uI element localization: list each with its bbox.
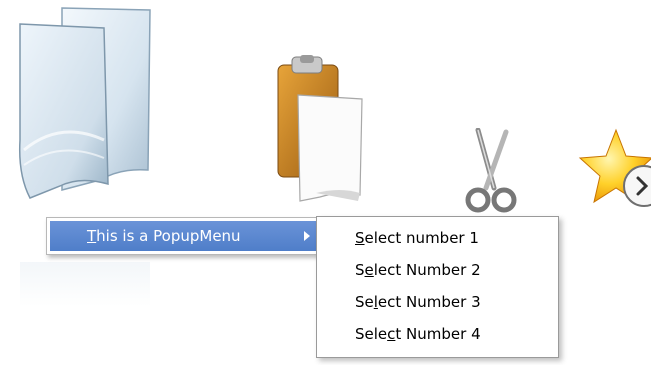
popup-menu-item-label-rest: his is a PopupMenu [96,227,241,245]
mnemonic-char: T [87,227,97,245]
submenu: Select number 1 Se lect Number 2 Se l ect N… [316,216,559,358]
submenu-item-4-post: t Number 4 [395,325,481,343]
submenu-item-3[interactable]: Se l ect Number 3 [317,286,558,318]
popup-menu-item[interactable]: This is a PopupMenu [50,221,322,251]
submenu-item-1-post: elect number 1 [364,229,479,247]
submenu-item-4-mnemonic: c [387,325,396,343]
submenu-item-3-pre: Se [355,293,374,311]
submenu-item-2-post: lect Number 2 [373,261,481,279]
scroll-right-icon[interactable] [622,164,651,208]
popup-menu: This is a PopupMenu [46,217,328,255]
popup-menu-item-label: This is a PopupMenu [87,227,241,245]
submenu-item-2[interactable]: Se lect Number 2 [317,254,558,286]
submenu-item-1-mnemonic: S [355,229,365,247]
documents-icon[interactable] [0,0,170,210]
submenu-item-2-mnemonic: e [364,261,374,279]
submenu-item-2-pre: S [355,261,365,279]
submenu-item-1[interactable]: Select number 1 [317,222,558,254]
documents-reflection [20,262,150,307]
chevron-right-icon [304,231,310,241]
scissors-icon[interactable] [456,128,526,216]
submenu-item-4-pre: Sele [355,325,388,343]
clipboard-icon[interactable] [270,55,380,205]
submenu-item-3-post: ect Number 3 [377,293,481,311]
submenu-item-4[interactable]: Sele c t Number 4 [317,318,558,350]
